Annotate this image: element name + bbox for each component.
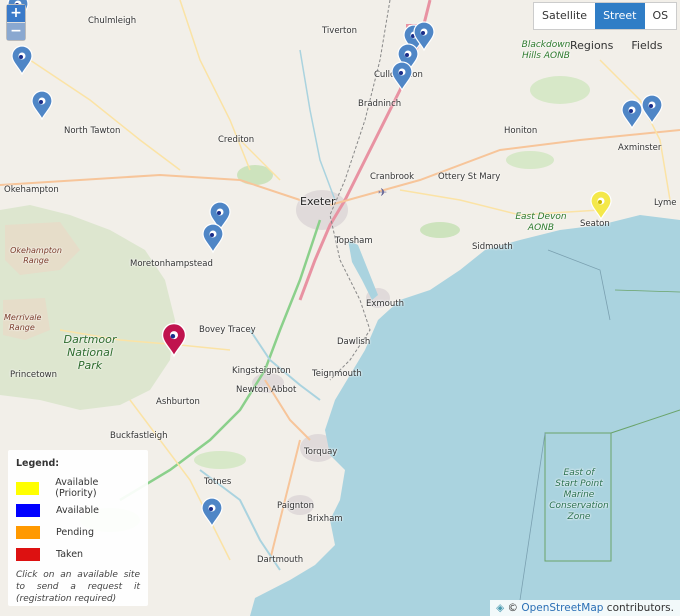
place-ashburton: Ashburton	[156, 397, 200, 407]
map-attribution: ◈ © OpenStreetMap contributors.	[490, 600, 680, 616]
place-lyme: Lyme	[654, 198, 677, 208]
place-dawlish: Dawlish	[337, 337, 371, 347]
zoom-control: + −	[6, 4, 26, 41]
place-teignmouth: Teignmouth	[312, 369, 362, 379]
place-chulmleigh: Chulmleigh	[88, 16, 137, 26]
place-princetown: Princetown	[10, 370, 57, 380]
legend-swatch	[16, 503, 40, 517]
place-tiverton: Tiverton	[322, 26, 357, 36]
place-ottery-st-mary: Ottery St Mary	[438, 172, 501, 182]
place-moretonhampstead: Moretonhampstead	[130, 259, 213, 269]
place-honiton: Honiton	[504, 126, 538, 136]
tab-regions[interactable]: Regions	[570, 36, 613, 56]
place-bradninch: Bradninch	[358, 99, 402, 109]
tab-satellite[interactable]: Satellite	[534, 3, 595, 29]
place-dartmouth: Dartmouth	[257, 555, 304, 565]
place-cullompton: Cullompton	[374, 70, 423, 80]
place-axminster: Axminster	[618, 143, 662, 153]
place-okehampton: Okehampton	[4, 185, 59, 195]
place-newton-abbot: Newton Abbot	[236, 385, 297, 395]
place-north-tawton: North Tawton	[64, 126, 121, 136]
legend-panel: Legend: Available (Priority) Available P…	[8, 450, 148, 606]
place-torquay: Torquay	[304, 447, 338, 457]
legend-swatch	[16, 481, 40, 495]
tab-os[interactable]: OS	[645, 3, 677, 29]
area-dartmoor-national-park: Dartmoor National Park	[63, 333, 117, 372]
zoom-in-button[interactable]: +	[7, 5, 25, 22]
place-seaton: Seaton	[580, 219, 610, 229]
motorway-shield: M5	[406, 24, 421, 32]
base-layer-switcher: Satellite Street OS	[533, 2, 678, 30]
area-merrivale-range: Merrivale Range	[4, 313, 42, 332]
tab-fields[interactable]: Fields	[631, 36, 662, 56]
area-marine-conservation-zone: East of Start Point Marine Conservation …	[549, 468, 609, 522]
legend-title: Legend:	[16, 458, 60, 469]
place-exmouth: Exmouth	[366, 299, 404, 309]
area-okehampton-range: Okehampton Range	[10, 246, 62, 265]
place-bovey-tracey: Bovey Tracey	[199, 325, 256, 335]
place-paignton: Paignton	[277, 501, 315, 511]
area-blackdown-hills: Blackdown Hills AONB	[521, 40, 571, 61]
overlay-switcher: Regions Fields	[570, 36, 663, 56]
place-cranbrook: Cranbrook	[370, 172, 415, 182]
legend-swatch	[16, 525, 40, 539]
legend-item-available-priority: Available (Priority)	[16, 477, 140, 499]
legend-note: Click on an available site to send a req…	[16, 570, 140, 604]
legend-item-available: Available	[16, 499, 140, 521]
legend-item-pending: Pending	[16, 521, 140, 543]
legend-swatch	[16, 547, 40, 561]
place-crediton: Crediton	[218, 135, 255, 145]
area-east-devon-aonb: East Devon AONB	[515, 212, 567, 233]
place-totnes: Totnes	[204, 477, 232, 487]
place-topsham: Topsham	[335, 236, 373, 246]
leaflet-icon: ◈	[496, 602, 505, 614]
airport-icon: ✈	[378, 186, 387, 199]
place-exeter: Exeter	[300, 195, 336, 208]
place-kingsteignton: Kingsteignton	[232, 366, 291, 376]
place-brixham: Brixham	[307, 514, 343, 524]
legend-item-taken: Taken	[16, 543, 140, 565]
place-sidmouth: Sidmouth	[472, 242, 513, 252]
place-buckfastleigh: Buckfastleigh	[110, 431, 168, 441]
zoom-out-button[interactable]: −	[7, 22, 25, 40]
tab-street[interactable]: Street	[595, 3, 645, 29]
osm-link[interactable]: OpenStreetMap	[521, 602, 603, 614]
